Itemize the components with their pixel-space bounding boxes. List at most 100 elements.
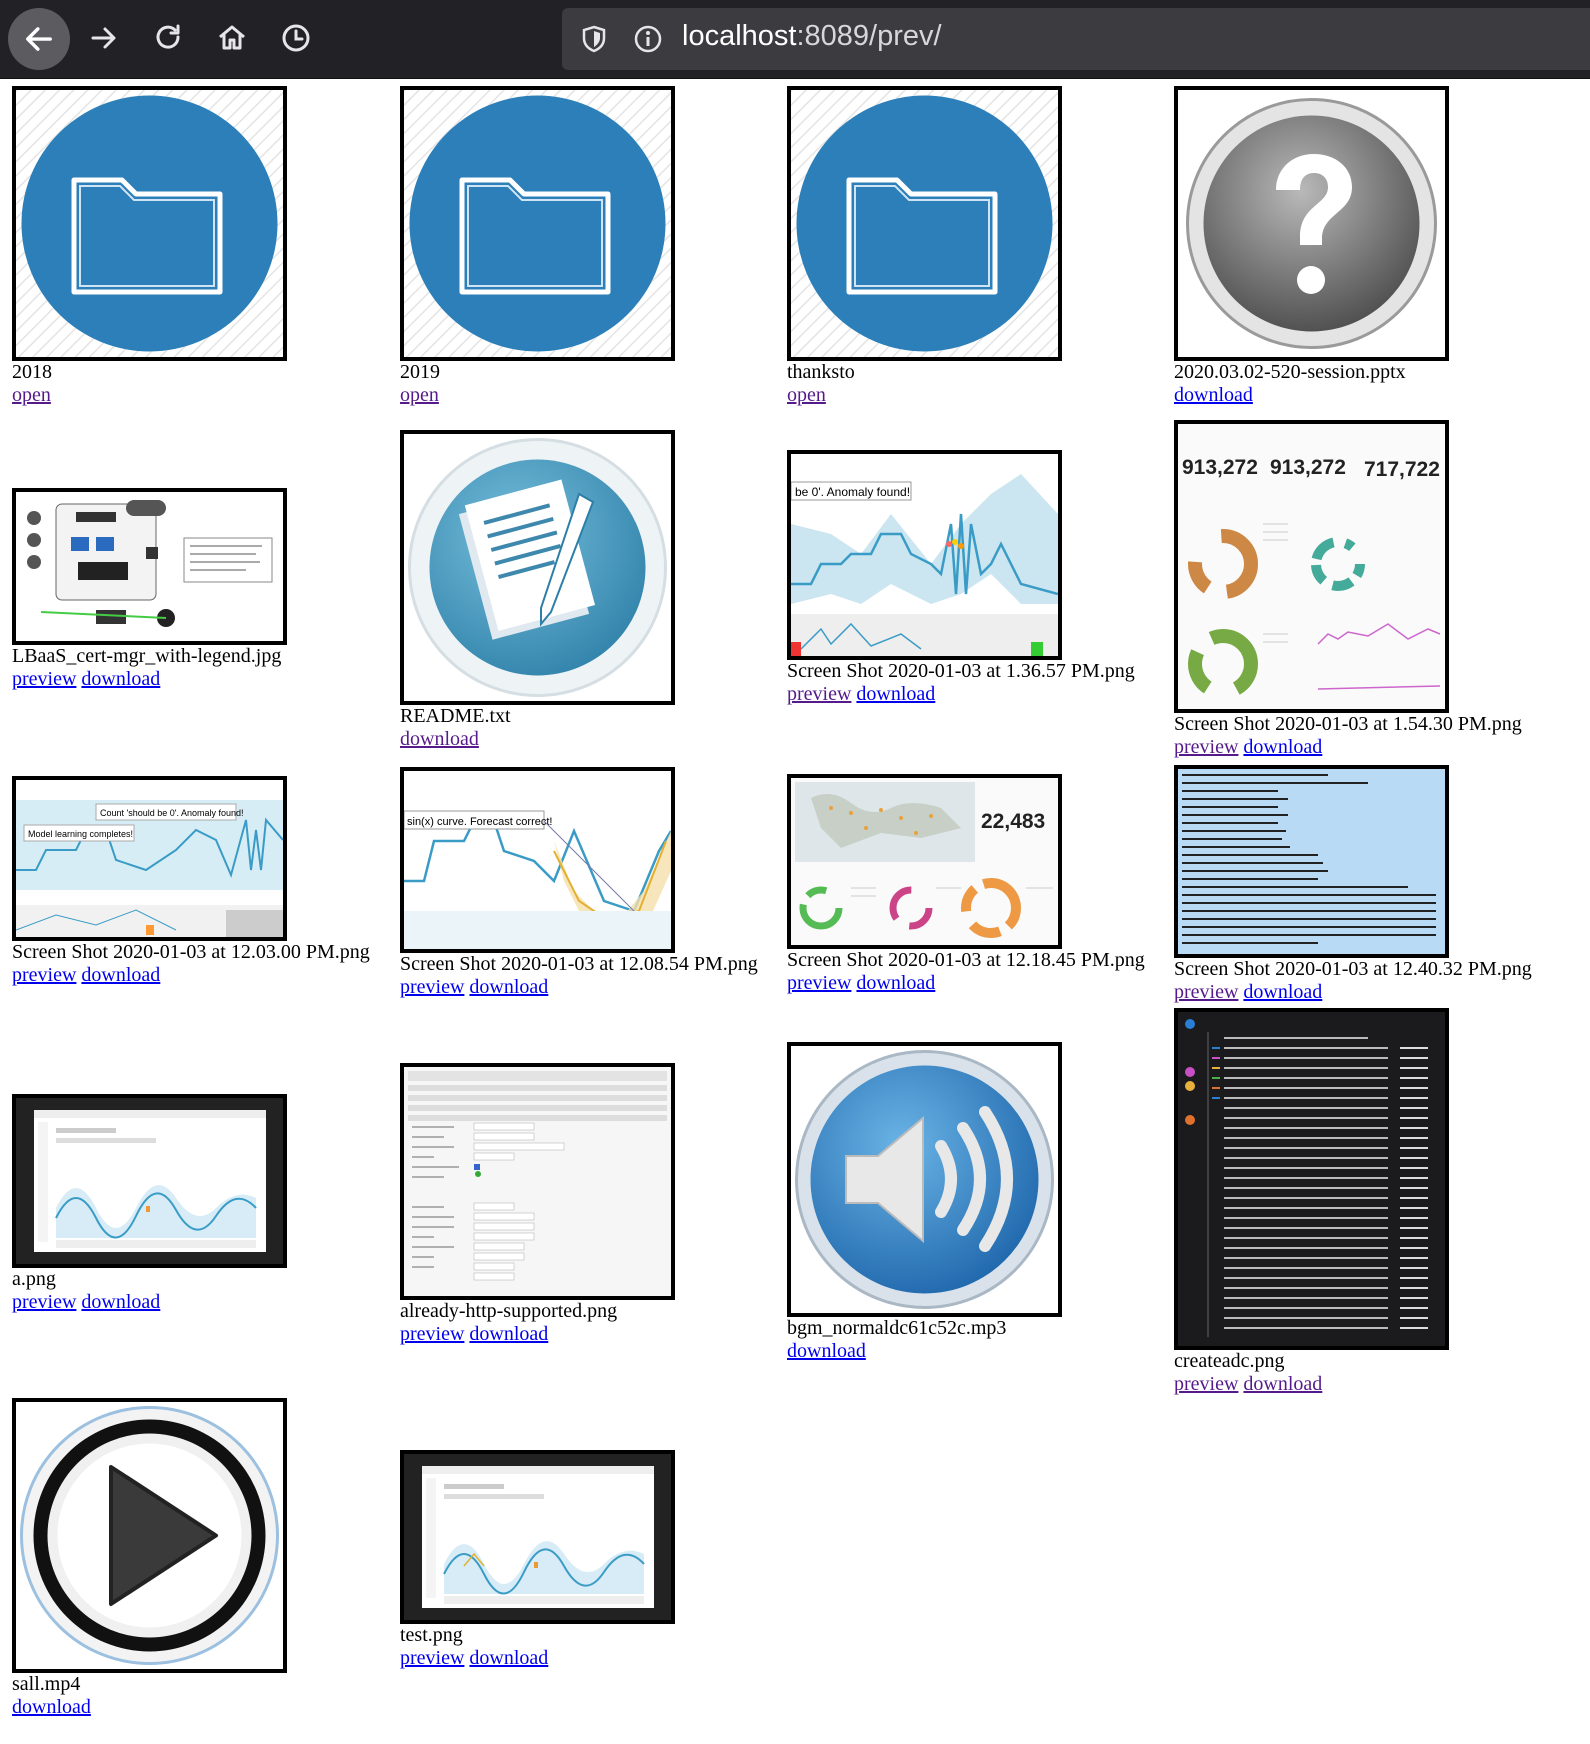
preview-link[interactable]: preview bbox=[400, 1647, 464, 1669]
open-link[interactable]: open bbox=[787, 384, 826, 406]
image-thumbnail[interactable] bbox=[400, 1450, 675, 1624]
image-thumbnail[interactable] bbox=[400, 1063, 675, 1300]
list-item: thanksto open bbox=[787, 86, 1167, 407]
image-thumbnail[interactable] bbox=[12, 488, 287, 645]
info-icon[interactable] bbox=[632, 23, 664, 55]
download-link[interactable]: download bbox=[787, 1340, 866, 1362]
open-link[interactable]: open bbox=[12, 384, 51, 406]
download-link[interactable]: download bbox=[81, 668, 160, 690]
anomaly-chart-preview: be 0'. Anomaly found! bbox=[791, 454, 1058, 656]
list-item: Screen Shot 2020-01-03 at 12.40.32 PM.pn… bbox=[1174, 765, 1554, 1004]
image-thumbnail[interactable]: 22,483 bbox=[787, 774, 1062, 949]
open-link[interactable]: open bbox=[400, 384, 439, 406]
preview-link[interactable]: preview bbox=[12, 964, 76, 986]
folder-icon bbox=[16, 90, 283, 357]
metric-value: 717,722 bbox=[1364, 458, 1440, 481]
terminal-preview bbox=[1178, 769, 1445, 954]
image-thumbnail[interactable] bbox=[12, 1094, 287, 1268]
reload-icon bbox=[156, 24, 180, 49]
app-screenshot-preview bbox=[16, 1098, 283, 1264]
file-name: 2018 bbox=[12, 361, 52, 383]
list-item: sall.mp4 download bbox=[12, 1398, 392, 1719]
unknown-file-thumbnail[interactable] bbox=[1174, 86, 1449, 361]
file-name: createadc.png bbox=[1174, 1350, 1285, 1372]
list-item: be 0'. Anomaly found! Screen Shot 2020-0… bbox=[787, 450, 1167, 706]
image-thumbnail[interactable]: be 0'. Anomaly found! bbox=[787, 450, 1062, 660]
download-link[interactable]: download bbox=[469, 1647, 548, 1669]
folder-thumbnail[interactable] bbox=[787, 86, 1062, 361]
preview-link[interactable]: preview bbox=[1174, 1373, 1238, 1395]
metric-value: 913,272 bbox=[1182, 456, 1258, 479]
download-link[interactable]: download bbox=[856, 972, 935, 994]
preview-link[interactable]: preview bbox=[787, 683, 851, 705]
app-screenshot-preview bbox=[404, 1454, 671, 1620]
list-item: LBaaS_cert-mgr_with-legend.jpg preview d… bbox=[12, 488, 392, 691]
model-label: Model learning completes! bbox=[28, 829, 133, 839]
url-host: localhost bbox=[682, 20, 797, 52]
file-name: Screen Shot 2020-01-03 at 12.03.00 PM.pn… bbox=[12, 941, 370, 963]
list-item: already-http-supported.png preview downl… bbox=[400, 1063, 780, 1346]
home-button[interactable] bbox=[208, 14, 256, 62]
list-item: test.png preview download bbox=[400, 1450, 780, 1670]
clock-icon bbox=[282, 24, 310, 52]
question-mark-icon bbox=[1186, 98, 1437, 349]
reload-button[interactable] bbox=[144, 14, 192, 62]
metric-value: 22,483 bbox=[981, 810, 1045, 833]
download-link[interactable]: download bbox=[1243, 981, 1322, 1003]
download-link[interactable]: download bbox=[12, 1696, 91, 1718]
file-name: already-http-supported.png bbox=[400, 1300, 618, 1322]
preview-link[interactable]: preview bbox=[400, 1323, 464, 1345]
file-name: README.txt bbox=[400, 705, 511, 727]
download-link[interactable]: download bbox=[1174, 384, 1253, 406]
download-link[interactable]: download bbox=[856, 683, 935, 705]
image-thumbnail[interactable] bbox=[1174, 765, 1449, 958]
document-pen-icon bbox=[408, 438, 667, 697]
folder-thumbnail[interactable] bbox=[400, 86, 675, 361]
history-button[interactable] bbox=[272, 14, 320, 62]
image-thumbnail[interactable] bbox=[1174, 1008, 1449, 1350]
preview-link[interactable]: preview bbox=[12, 1291, 76, 1313]
preview-link[interactable]: preview bbox=[400, 976, 464, 998]
folder-thumbnail[interactable] bbox=[12, 86, 287, 361]
preview-link[interactable]: preview bbox=[1174, 981, 1238, 1003]
home-icon bbox=[219, 25, 245, 50]
list-item: 2020.03.02-520-session.pptx download bbox=[1174, 86, 1554, 407]
anomaly-chart-preview: Model learning completes! Count 'should b… bbox=[16, 780, 283, 937]
file-name: 2019 bbox=[400, 361, 440, 383]
image-thumbnail[interactable]: Model learning completes! Count 'should b… bbox=[12, 776, 287, 941]
folder-icon bbox=[791, 90, 1058, 357]
arrow-left-icon bbox=[26, 27, 52, 51]
forecast-chart-preview: sin(x) curve. Forecast correct! bbox=[404, 771, 671, 949]
image-thumbnail[interactable]: sin(x) curve. Forecast correct! bbox=[400, 767, 675, 953]
download-link[interactable]: download bbox=[400, 728, 479, 750]
play-icon bbox=[20, 1406, 279, 1665]
preview-link[interactable]: preview bbox=[1174, 736, 1238, 758]
preview-link[interactable]: preview bbox=[12, 668, 76, 690]
list-item: Model learning completes! Count 'should b… bbox=[12, 776, 392, 987]
download-link[interactable]: download bbox=[81, 1291, 160, 1313]
download-link[interactable]: download bbox=[81, 964, 160, 986]
download-link[interactable]: download bbox=[1243, 1373, 1322, 1395]
file-name: thanksto bbox=[787, 361, 855, 383]
list-item: 913,272 913,272 717,722 Screen Shot 2020-0… bbox=[1174, 420, 1554, 759]
video-thumbnail[interactable] bbox=[12, 1398, 287, 1673]
url-path: :8089/prev/ bbox=[796, 20, 942, 52]
file-name: Screen Shot 2020-01-03 at 12.40.32 PM.pn… bbox=[1174, 958, 1532, 980]
speaker-icon bbox=[795, 1050, 1054, 1309]
file-name: Screen Shot 2020-01-03 at 12.18.45 PM.pn… bbox=[787, 949, 1145, 971]
url-text[interactable]: localhost:8089/prev/ bbox=[682, 20, 942, 53]
list-item: a.png preview download bbox=[12, 1094, 392, 1314]
back-button[interactable] bbox=[8, 8, 70, 70]
audio-thumbnail[interactable] bbox=[787, 1042, 1062, 1317]
text-file-thumbnail[interactable] bbox=[400, 430, 675, 705]
image-thumbnail[interactable]: 913,272 913,272 717,722 bbox=[1174, 420, 1449, 713]
download-link[interactable]: download bbox=[469, 1323, 548, 1345]
list-item: 22,483 Screen Shot 2020-01-03 at 12.18.4… bbox=[787, 774, 1167, 995]
address-bar[interactable]: localhost:8089/prev/ bbox=[562, 8, 1590, 70]
forward-button[interactable] bbox=[80, 14, 128, 62]
download-link[interactable]: download bbox=[469, 976, 548, 998]
list-item: sin(x) curve. Forecast correct! Screen S… bbox=[400, 767, 780, 999]
preview-link[interactable]: preview bbox=[787, 972, 851, 994]
download-link[interactable]: download bbox=[1243, 736, 1322, 758]
file-name: 2020.03.02-520-session.pptx bbox=[1174, 361, 1406, 383]
